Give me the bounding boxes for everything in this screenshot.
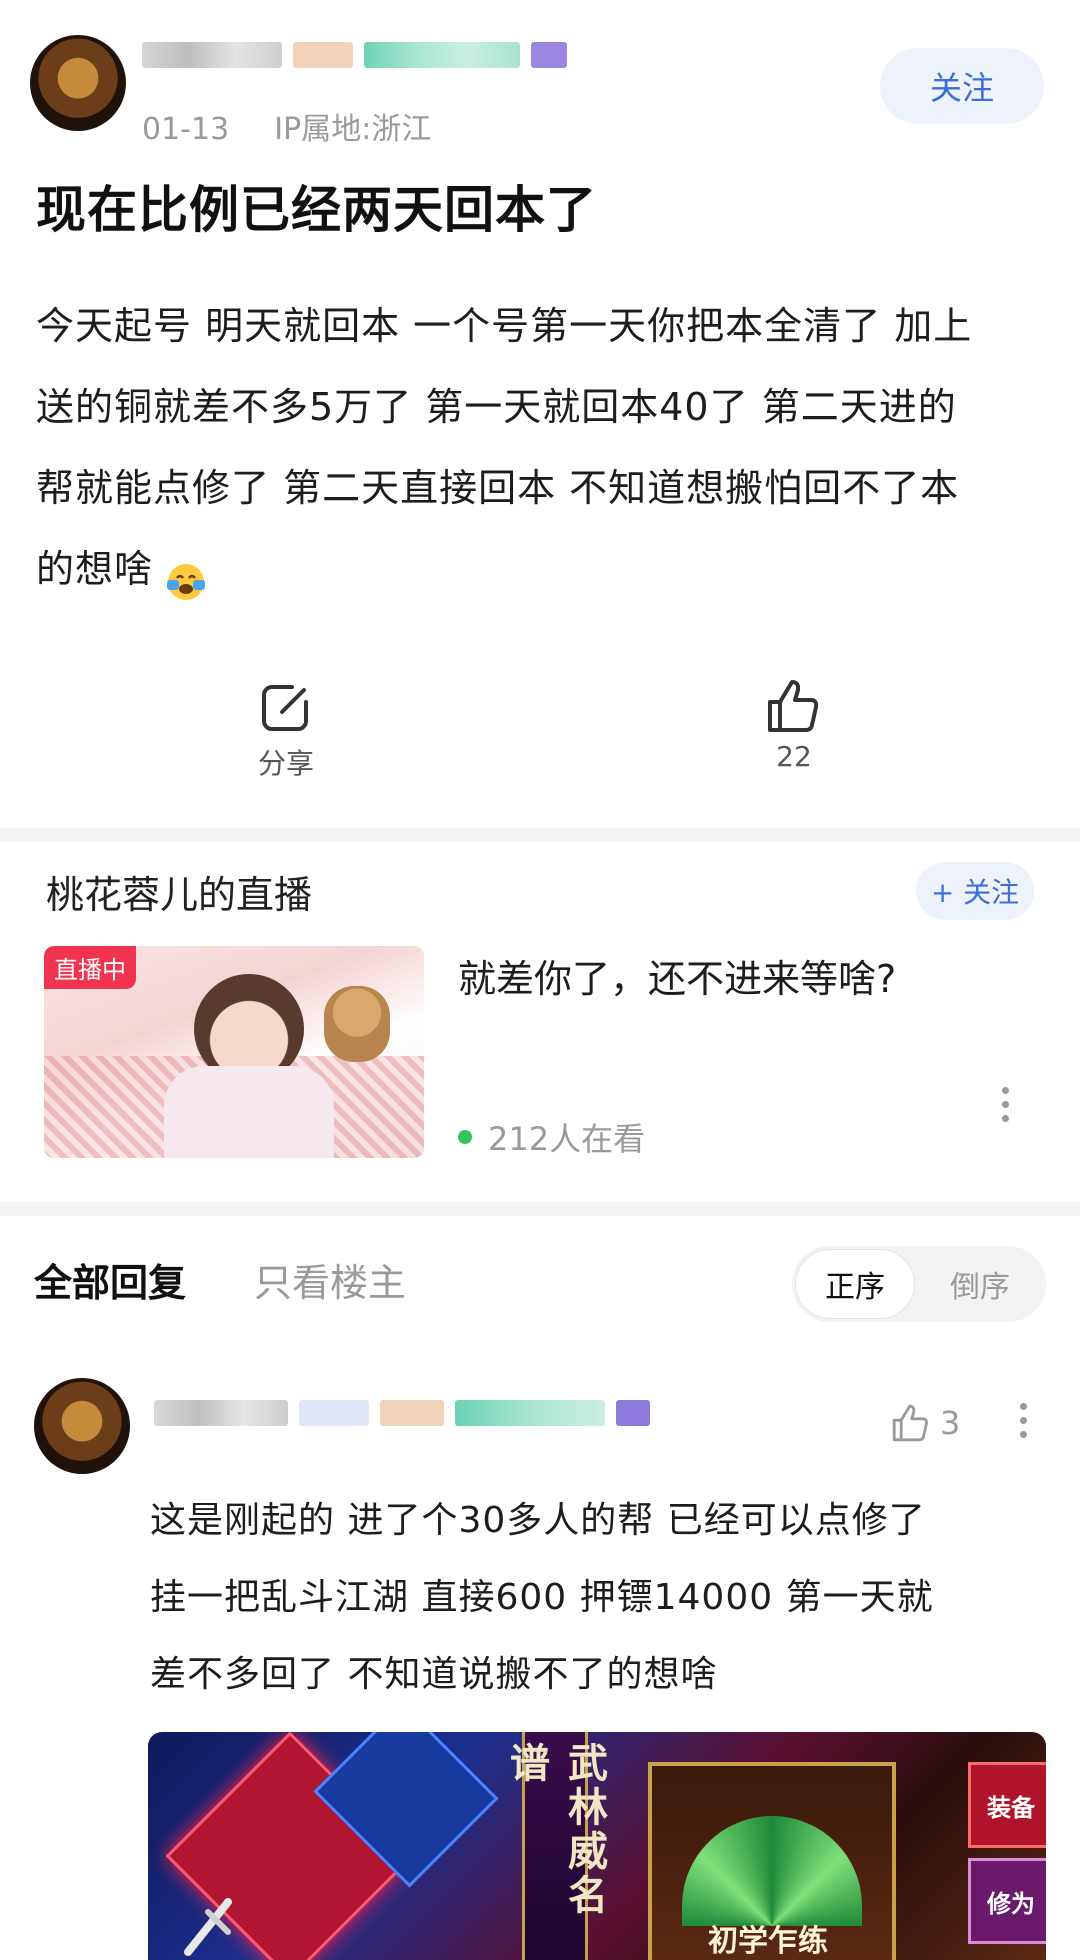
game-equip-label: 装备 [987, 1792, 1035, 1822]
author-name-blur [142, 42, 282, 68]
cheering-face-emoji-icon [165, 549, 207, 600]
sort-order-toggle: 正序 倒序 [792, 1246, 1046, 1322]
reply-like-count: 3 [940, 1404, 961, 1442]
reply-body-line: 这是刚起的 进了个30多人的帮 已经可以点修了 [150, 1500, 926, 1541]
post-body-last-line: 的想啥 [36, 529, 1052, 610]
author-avatar[interactable] [30, 35, 126, 131]
live-follow-button[interactable]: + 关注 [916, 862, 1034, 920]
author-name-pixelated[interactable] [142, 42, 573, 82]
live-streamer-title[interactable]: 桃花蓉儿的直播 [46, 864, 312, 919]
reply-author-name-blur [154, 1400, 288, 1426]
like-action[interactable]: 22 [744, 676, 844, 790]
share-label: 分享 [257, 747, 314, 780]
reply-avatar[interactable] [34, 1378, 130, 1474]
sort-desc-label: 倒序 [950, 1270, 1010, 1305]
reply-like[interactable]: 3 [890, 1402, 960, 1444]
section-divider [0, 828, 1080, 842]
post-meta: 01-13 IP属地:浙江 [142, 104, 431, 148]
game-cultivate-label: 修为 [987, 1888, 1035, 1918]
reply-more-icon[interactable] [1008, 1396, 1038, 1456]
vip-badge-blur [531, 42, 568, 68]
live-viewers-count: 212人在看 [488, 1120, 646, 1158]
game-banner-text: 武林威名谱 [503, 1742, 608, 1918]
section-divider [0, 1202, 1080, 1216]
follow-button[interactable]: 关注 [880, 48, 1044, 124]
game-equip-button: 装备 [968, 1762, 1046, 1848]
game-vertical-banner: 武林威名谱 [503, 1732, 608, 1960]
live-caption[interactable]: 就差你了，还不进来等啥? [458, 948, 896, 1003]
post-date: 01-13 [142, 112, 230, 147]
reply-image[interactable]: 武林威名谱 初学乍练 装备 修为 [148, 1732, 1046, 1960]
reply-title-badge-blur [455, 1400, 606, 1426]
like-count: 22 [776, 740, 812, 773]
live-follow-label: + 关注 [930, 876, 1020, 909]
sort-asc-button[interactable]: 正序 [795, 1249, 915, 1319]
post-ip-location: IP属地:浙江 [274, 112, 432, 147]
post-title: 现在比例已经两天回本了 [36, 181, 597, 239]
level-badge-blur [293, 42, 354, 68]
live-thumbnail[interactable]: 直播中 [44, 946, 424, 1158]
post-body-line: 今天起号 明天就回本 一个号第一天你把本全清了 加上 [36, 304, 973, 348]
tab-all-replies[interactable]: 全部回复 [34, 1252, 186, 1307]
live-viewers: 212人在看 [458, 1114, 645, 1160]
game-skill-label: 初学乍练 [708, 1924, 828, 1959]
game-cultivate-button: 修为 [968, 1858, 1046, 1944]
post-body-line: 的想啥 [36, 547, 154, 591]
reply-level-badge-blur [299, 1400, 370, 1426]
reply-badge-blur [380, 1400, 445, 1426]
reply-thumbs-up-icon [890, 1402, 932, 1444]
reply-author-pixelated[interactable] [154, 1400, 656, 1426]
live-more-icon[interactable] [990, 1080, 1020, 1140]
post-body-line: 送的铜就差不多5万了 第一天就回本40了 第二天进的 [36, 385, 957, 429]
live-status-dot [458, 1130, 472, 1144]
teddy-bear-icon [324, 986, 390, 1062]
tab-op-only[interactable]: 只看楼主 [254, 1252, 406, 1307]
reply-body-line: 挂一把乱斗江湖 直接600 押镖14000 第一天就 [150, 1577, 934, 1618]
sort-asc-label: 正序 [825, 1270, 885, 1305]
game-fan-icon [682, 1816, 862, 1926]
reply-body: 这是刚起的 进了个30多人的帮 已经可以点修了 挂一把乱斗江湖 直接600 押镖… [150, 1482, 1050, 1713]
share-action[interactable]: 分享 [236, 680, 336, 790]
thumbs-up-icon [764, 676, 824, 736]
reply-vip-badge-blur [616, 1400, 651, 1426]
live-thumbnail-body [164, 1066, 334, 1158]
live-badge: 直播中 [44, 946, 136, 989]
post-body-line: 帮就能点修了 第二天直接回本 不知道想搬怕回不了本 [36, 466, 960, 510]
sort-desc-button[interactable]: 倒序 [920, 1249, 1040, 1319]
game-weapon-icon [168, 1882, 248, 1960]
reply-body-line: 差不多回了 不知道说搬不了的想啥 [150, 1654, 718, 1695]
game-skill-frame: 初学乍练 [648, 1762, 896, 1960]
title-badge-blur [364, 42, 521, 68]
post-body: 今天起号 明天就回本 一个号第一天你把本全清了 加上 送的铜就差不多5万了 第一… [36, 286, 1052, 610]
share-icon [258, 680, 314, 736]
